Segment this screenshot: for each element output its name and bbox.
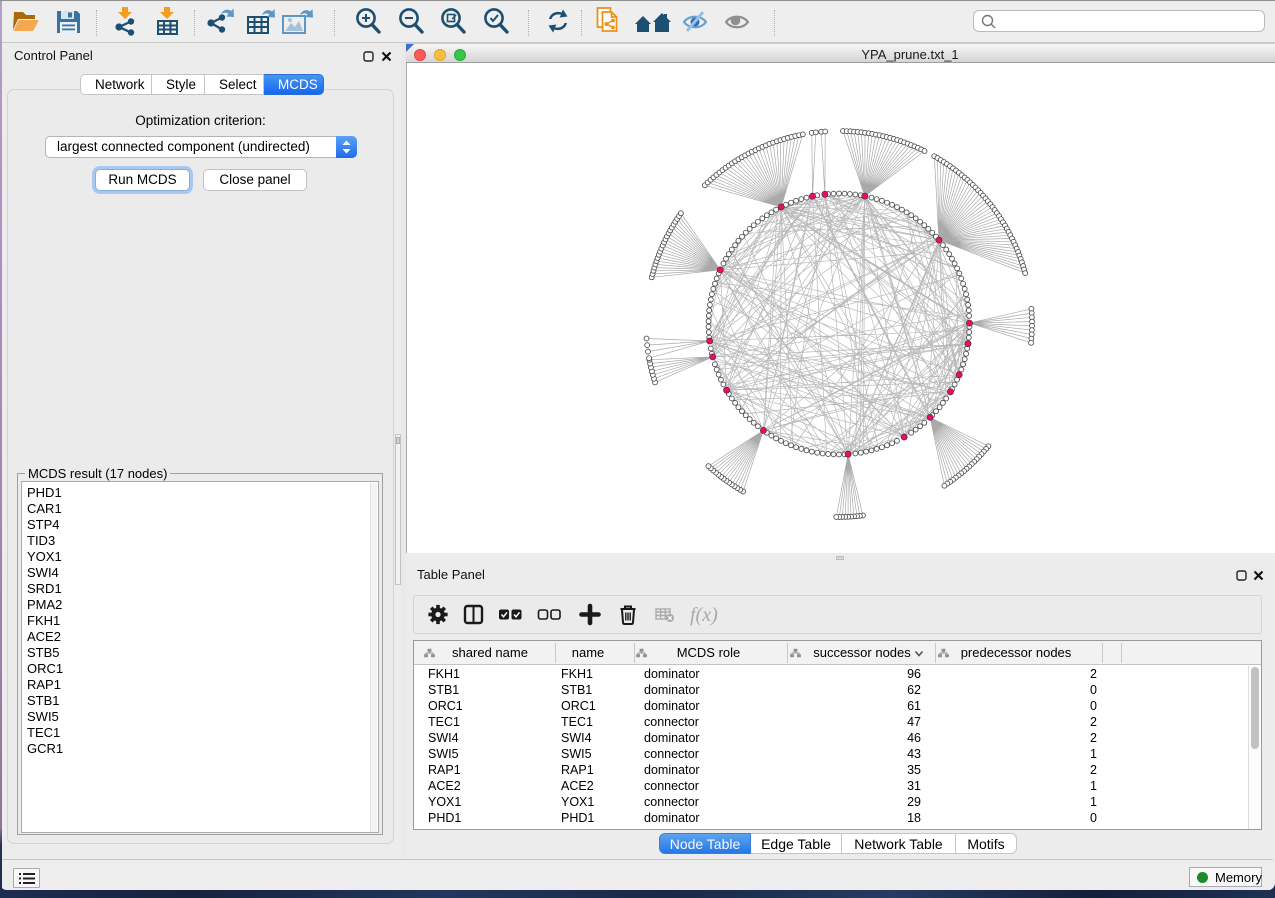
svg-text:f(x): f(x)	[690, 604, 718, 626]
